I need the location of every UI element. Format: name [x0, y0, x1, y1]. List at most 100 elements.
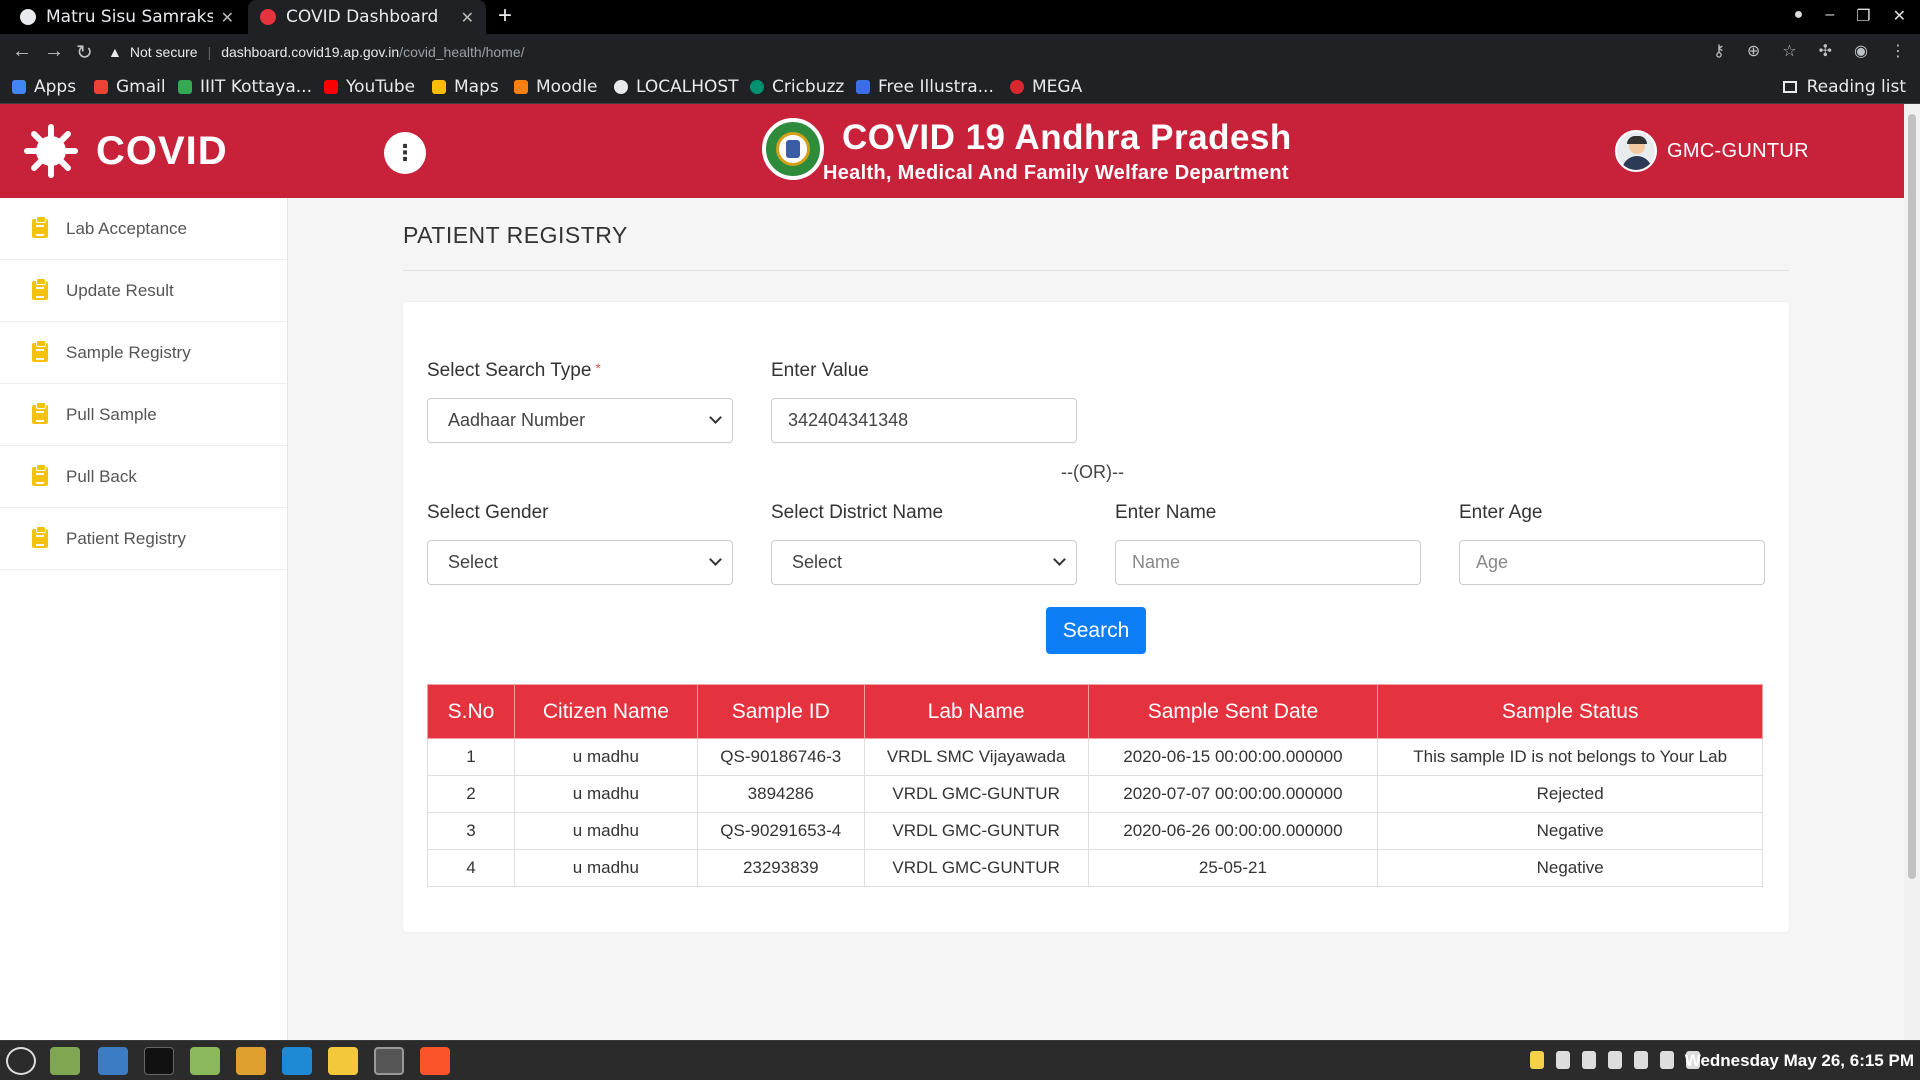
sidebar-item-label: Patient Registry: [66, 528, 186, 548]
close-tab-icon[interactable]: ✕: [221, 8, 234, 27]
sidebar-item-update-result[interactable]: Update Result: [0, 260, 287, 322]
cell-sent-date: 25-05-21: [1087, 849, 1379, 887]
column-header-sample-id: Sample ID: [696, 684, 865, 739]
tab-matru-sisu[interactable]: Matru Sisu Samraksha ✕: [8, 0, 246, 34]
vscode-icon[interactable]: [282, 1047, 312, 1075]
bookmark-localhost[interactable]: LOCALHOST: [614, 70, 739, 104]
taskbar-clock[interactable]: Wednesday May 26, 6:15 PM: [1685, 1041, 1914, 1080]
python-icon[interactable]: [328, 1047, 358, 1075]
notes-icon[interactable]: [1530, 1051, 1544, 1069]
sidebar-item-patient-registry[interactable]: Patient Registry: [0, 508, 287, 570]
clipboard-icon: [32, 340, 48, 362]
moodle-icon: [514, 80, 528, 94]
sidebar-menu-button[interactable]: ⋮: [384, 132, 426, 174]
sidebar-item-lab-acceptance[interactable]: Lab Acceptance: [0, 198, 287, 260]
terminal-icon[interactable]: [144, 1047, 174, 1075]
tab-covid-dashboard[interactable]: COVID Dashboard ✕: [248, 0, 486, 34]
minimize-icon[interactable]: –: [1825, 6, 1834, 26]
volume-icon[interactable]: [1660, 1051, 1674, 1069]
start-menu-icon[interactable]: [6, 1047, 36, 1075]
cell-status: This sample ID is not belongs to Your La…: [1377, 738, 1763, 776]
bookmark-iiit[interactable]: IIIT Kottaya...: [178, 70, 312, 104]
avatar: [1615, 130, 1657, 172]
bookmark-apps[interactable]: Apps: [12, 70, 76, 104]
value-input[interactable]: 342404341348: [771, 398, 1077, 443]
bookmark-moodle[interactable]: Moodle: [514, 70, 597, 104]
brave-icon[interactable]: [420, 1047, 450, 1075]
cell-sample-id: 3894286: [696, 775, 865, 813]
bookmark-cricbuzz[interactable]: Cricbuzz: [750, 70, 844, 104]
reading-list-icon: [1782, 81, 1797, 93]
search-button[interactable]: Search: [1046, 607, 1146, 654]
os-taskbar: Wednesday May 26, 6:15 PM: [0, 1040, 1920, 1080]
page-scrollbar[interactable]: [1904, 104, 1920, 1040]
sidebar-item-label: Pull Back: [66, 466, 137, 486]
value-label: Enter Value: [771, 360, 869, 381]
warning-icon[interactable]: ▲: [108, 44, 122, 60]
bookmark-gmail[interactable]: Gmail: [94, 70, 166, 104]
name-label: Enter Name: [1115, 502, 1217, 523]
user-menu[interactable]: GMC-GUNTUR: [1615, 130, 1809, 172]
sidebar-item-pull-back[interactable]: Pull Back: [0, 446, 287, 508]
url-field[interactable]: ▲ Not secure | dashboard.covid19.ap.gov.…: [108, 38, 1798, 66]
cell-citizen-name: u madhu: [513, 738, 698, 776]
new-tab-icon[interactable]: +: [498, 2, 512, 30]
bluetooth-icon[interactable]: [1556, 1051, 1570, 1069]
shield-tray-icon[interactable]: [1608, 1051, 1622, 1069]
extension-icon[interactable]: ◉: [1854, 41, 1868, 61]
scrollbar-thumb[interactable]: [1908, 114, 1916, 879]
reload-icon[interactable]: ↻: [76, 40, 93, 65]
sidebar-item-label: Sample Registry: [66, 342, 191, 362]
reading-list-button[interactable]: Reading list: [1782, 70, 1906, 104]
layers-app-icon[interactable]: [236, 1047, 266, 1075]
files-folder-icon[interactable]: [190, 1047, 220, 1075]
table-row: 4 u madhu 23293839 VRDL GMC-GUNTUR 25-05…: [427, 849, 1763, 887]
clipboard-tray-icon[interactable]: [1582, 1051, 1596, 1069]
cell-sno: 3: [427, 812, 515, 850]
star-icon[interactable]: ☆: [1782, 41, 1796, 61]
close-tab-icon[interactable]: ✕: [461, 8, 474, 27]
menu-icon[interactable]: ⋮: [1890, 41, 1906, 61]
sidebar-item-sample-registry[interactable]: Sample Registry: [0, 322, 287, 384]
search-type-select[interactable]: Aadhaar Number: [427, 398, 733, 443]
wifi-icon[interactable]: [1634, 1051, 1648, 1069]
name-input[interactable]: Name: [1115, 540, 1421, 585]
back-arrow-icon[interactable]: ←: [12, 40, 32, 63]
show-desktop-icon[interactable]: [50, 1047, 80, 1075]
cell-status: Rejected: [1377, 775, 1763, 813]
clipboard-icon: [32, 216, 48, 238]
search-type-label: Select Search Type *: [427, 360, 601, 381]
bookmark-mega[interactable]: MEGA: [1010, 70, 1082, 104]
bookmark-maps[interactable]: Maps: [432, 70, 499, 104]
browser-tab-strip: Matru Sisu Samraksha ✕ COVID Dashboard ✕…: [0, 0, 1920, 34]
forward-arrow-icon[interactable]: →: [44, 40, 64, 63]
cell-sample-id: 23293839: [696, 849, 865, 887]
district-label: Select District Name: [771, 502, 944, 523]
system-tray: [1530, 1051, 1700, 1069]
key-icon[interactable]: ⚷: [1713, 41, 1725, 61]
tab-title: COVID Dashboard: [286, 7, 439, 27]
close-window-icon[interactable]: ✕: [1893, 6, 1906, 26]
chrome-icon[interactable]: [374, 1047, 404, 1075]
maximize-icon[interactable]: ❐: [1856, 6, 1870, 26]
gmail-icon: [94, 80, 108, 94]
bookmark-youtube[interactable]: YouTube: [324, 70, 415, 104]
extensions-icon[interactable]: ✣: [1819, 41, 1832, 61]
virus-logo-icon: [24, 124, 78, 178]
sidebar-item-pull-sample[interactable]: Pull Sample: [0, 384, 287, 446]
age-input[interactable]: Age: [1459, 540, 1765, 585]
screenshot-app-icon[interactable]: [98, 1047, 128, 1075]
youtube-icon: [324, 80, 338, 94]
bookmark-free-illustrations[interactable]: Free Illustra...: [856, 70, 994, 104]
url-host: dashboard.covid19.ap.gov.in: [221, 44, 400, 60]
column-header-sno: S.No: [427, 684, 515, 739]
brand[interactable]: COVID: [0, 104, 290, 198]
profile-menu-icon[interactable]: ●: [1794, 6, 1804, 26]
zoom-icon[interactable]: ⊕: [1747, 41, 1760, 61]
cell-sent-date: 2020-06-15 00:00:00.000000: [1087, 738, 1379, 776]
security-label: Not secure: [129, 44, 198, 60]
header-subtitle: Health, Medical And Family Welfare Depar…: [823, 162, 1289, 184]
gender-select[interactable]: Select: [427, 540, 733, 585]
district-select[interactable]: Select: [771, 540, 1077, 585]
header-title: COVID 19 Andhra Pradesh: [842, 118, 1292, 157]
